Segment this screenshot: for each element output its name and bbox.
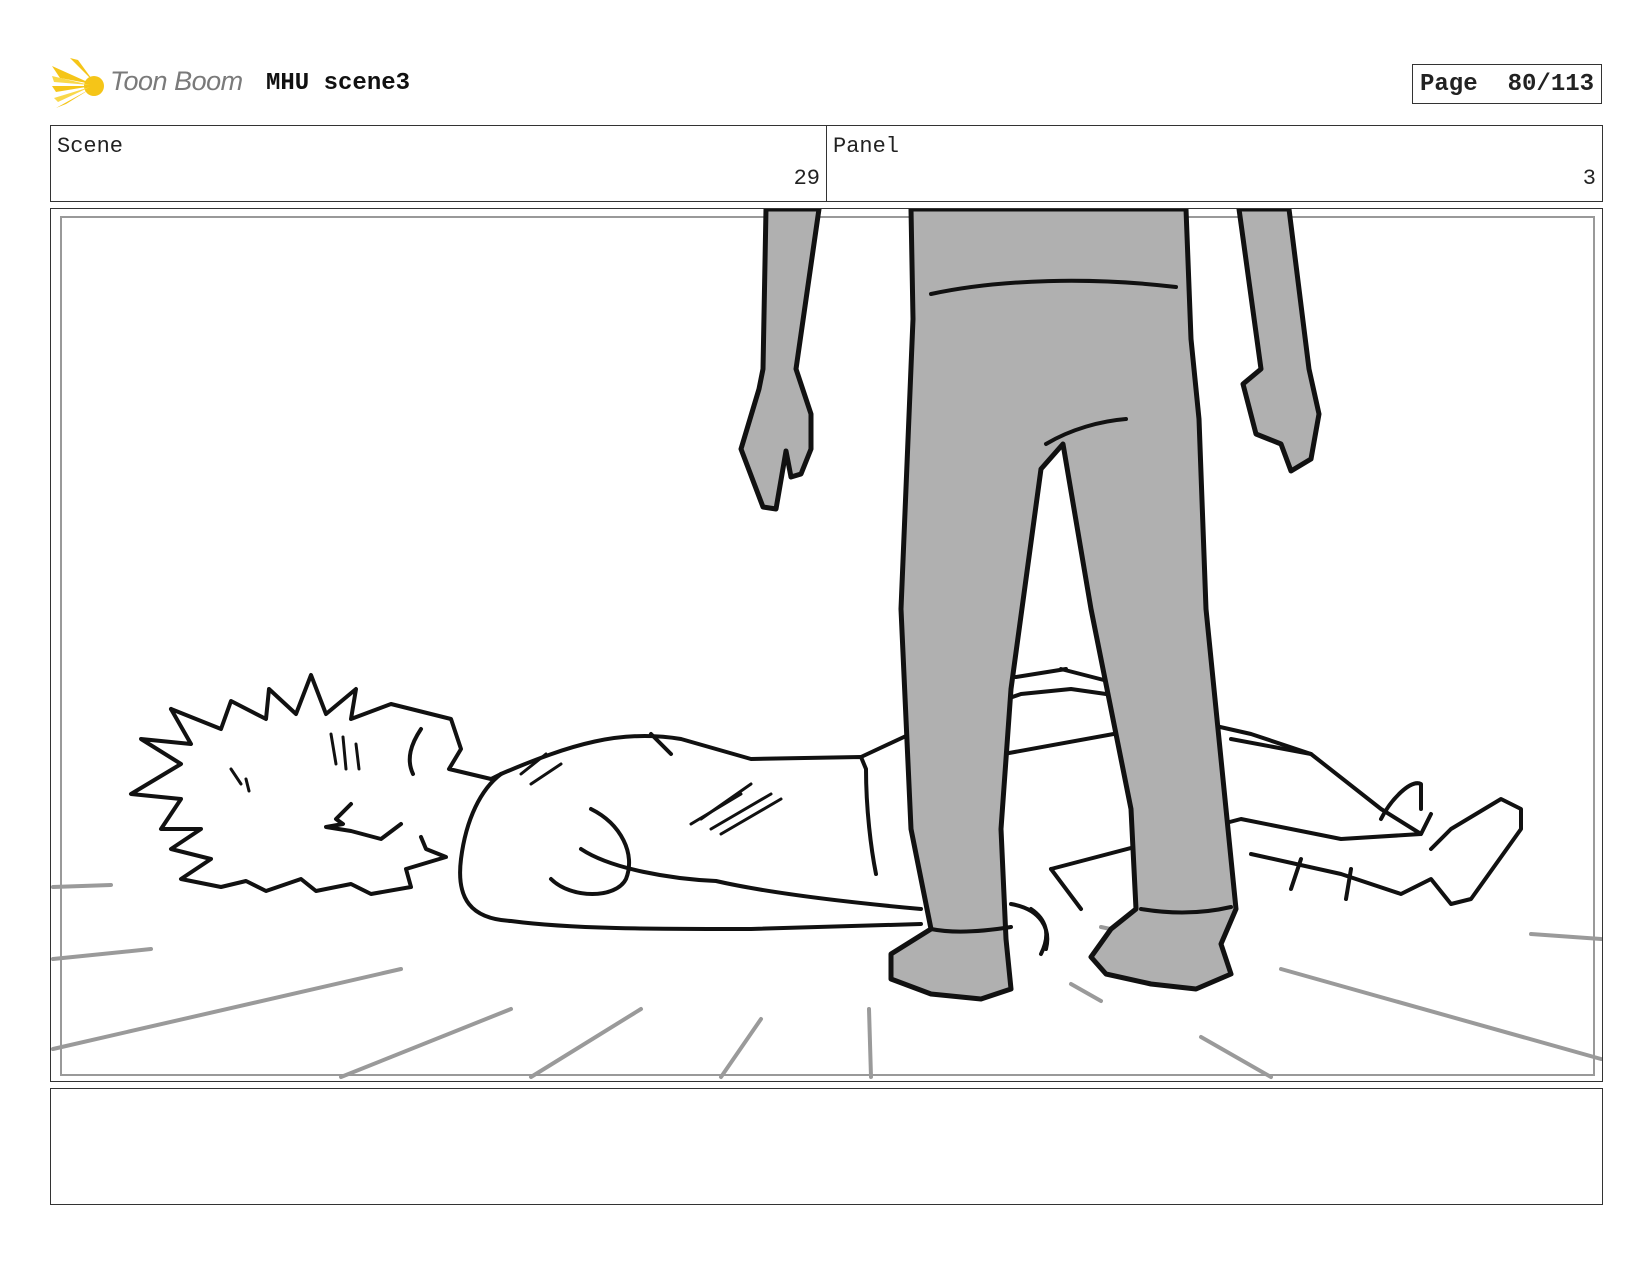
panel-cell: Panel 3 — [826, 126, 1602, 201]
document-title: MHU scene3 — [266, 70, 411, 97]
panel-label: Panel — [833, 134, 900, 159]
page-number: 80/113 — [1507, 70, 1595, 98]
panel-notes — [50, 1088, 1603, 1205]
toon-boom-star-icon — [52, 58, 104, 108]
scene-cell: Scene 29 — [51, 126, 826, 201]
page-indicator: Page 80/113 — [1412, 64, 1602, 104]
scene-number: 29 — [793, 166, 820, 191]
storyboard-drawing — [51, 209, 1602, 1079]
scene-panel-info: Scene 29 Panel 3 — [50, 125, 1603, 202]
logo-text: Toon Boom — [110, 66, 243, 96]
scene-label: Scene — [57, 134, 124, 159]
panel-number: 3 — [1582, 166, 1596, 191]
page-label: Page — [1420, 70, 1478, 98]
storyboard-panel-image — [50, 208, 1603, 1082]
